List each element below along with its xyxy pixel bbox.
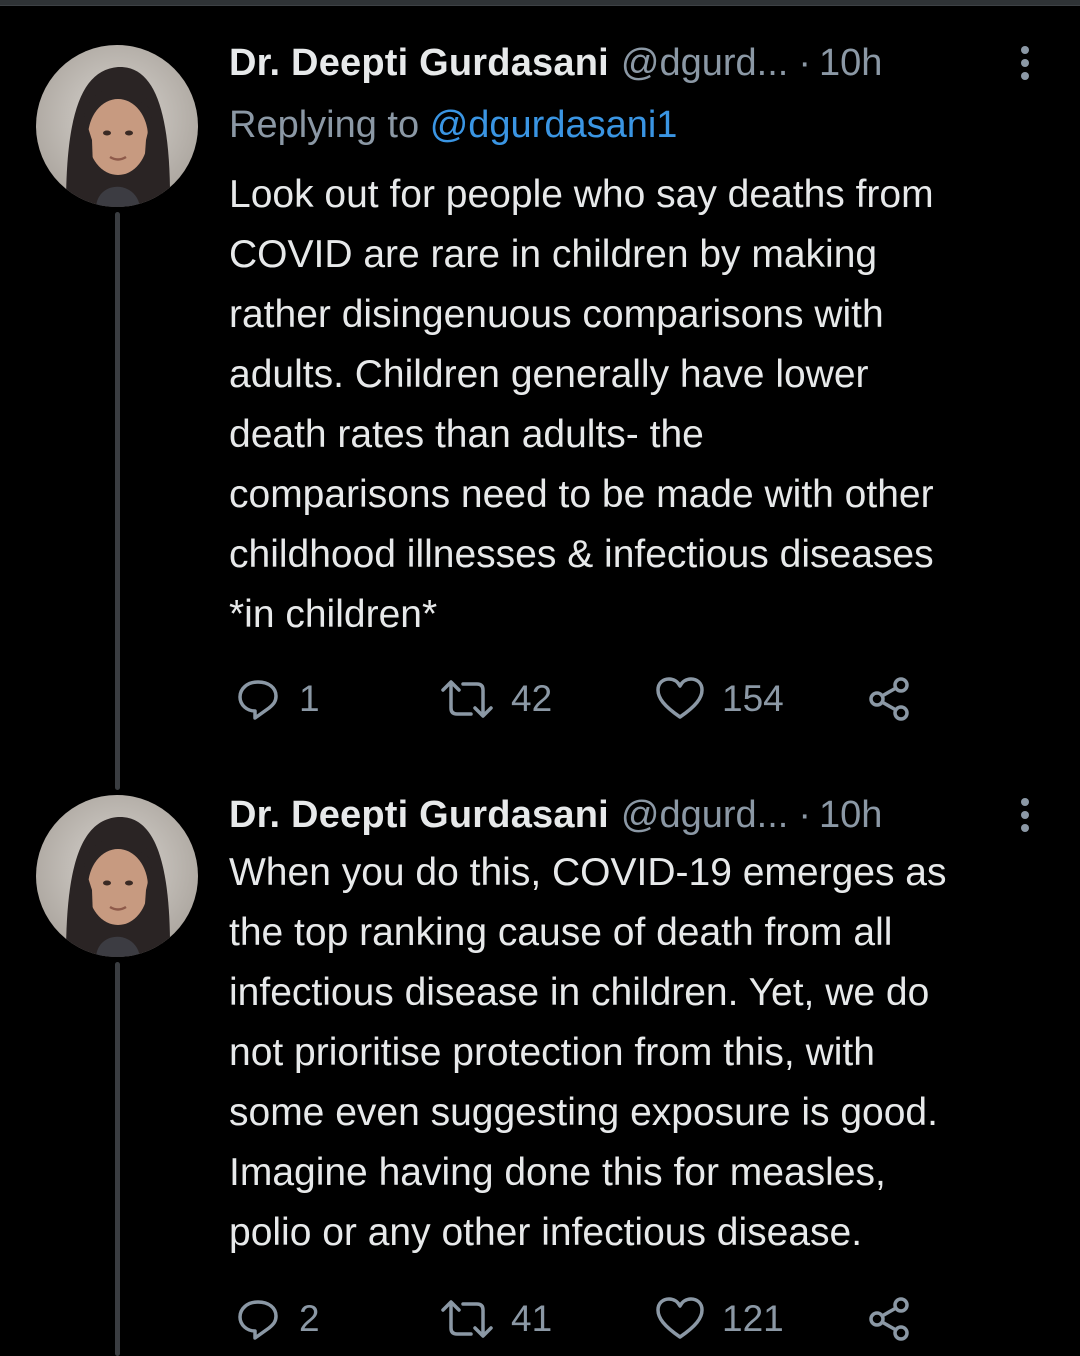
tweet-text-line: *in children* bbox=[229, 593, 438, 636]
tweet-text-line: polio or any other infectious disease. bbox=[229, 1211, 863, 1254]
share-icon bbox=[869, 1297, 909, 1341]
retweet-count: 41 bbox=[511, 1298, 553, 1339]
tweet-text-line: the top ranking cause of death from all bbox=[229, 911, 893, 954]
reply-button[interactable]: 2 bbox=[233, 1289, 320, 1349]
timestamp[interactable]: 10h bbox=[819, 42, 882, 85]
tweet-actions: 1 42 154 bbox=[229, 669, 929, 729]
tweet-text-line: Imagine having done this for measles, bbox=[229, 1151, 886, 1194]
display-name[interactable]: Dr. Deepti Gurdasani bbox=[229, 42, 609, 85]
reply-handle-link[interactable]: @dgurdasani1 bbox=[430, 104, 678, 146]
retweet-button[interactable]: 41 bbox=[439, 1289, 552, 1349]
user-handle[interactable]: @dgurd... bbox=[621, 42, 788, 85]
tweet-text-line: Look out for people who say deaths from bbox=[229, 173, 934, 216]
tweet-header: Dr. Deepti Gurdasani @dgurd... · 10h bbox=[229, 790, 1040, 840]
share-icon bbox=[869, 677, 909, 721]
reply-prefix: Replying to bbox=[229, 104, 420, 146]
tweet-text-line: rather disingenuous comparisons with bbox=[229, 293, 884, 336]
tweet-actions: 2 41 121 bbox=[229, 1289, 929, 1349]
tweet-text: Look out for people who say deaths from … bbox=[229, 165, 1059, 645]
reply-icon bbox=[238, 680, 278, 720]
display-name[interactable]: Dr. Deepti Gurdasani bbox=[229, 794, 609, 837]
more-options-icon[interactable] bbox=[1010, 38, 1040, 88]
tweet-text-line: childhood illnesses & infectious disease… bbox=[229, 533, 934, 576]
tweet-text-line: adults. Children generally have lower bbox=[229, 353, 869, 396]
avatar-photo-icon bbox=[36, 795, 198, 957]
reply-count: 2 bbox=[299, 1298, 320, 1339]
reply-icon bbox=[238, 1300, 278, 1340]
retweet-count: 42 bbox=[511, 678, 553, 719]
timestamp[interactable]: 10h bbox=[819, 794, 882, 837]
like-button[interactable]: 154 bbox=[654, 669, 784, 729]
separator-dot: · bbox=[798, 793, 811, 836]
heart-icon bbox=[656, 1297, 704, 1339]
separator-dot: · bbox=[798, 41, 811, 84]
like-count: 121 bbox=[722, 1298, 784, 1339]
tweet-text-line: COVID are rare in children by making bbox=[229, 233, 878, 276]
tweet-text-line: infectious disease in children. Yet, we … bbox=[229, 971, 930, 1014]
heart-icon bbox=[656, 677, 704, 719]
tweet-text-line: not prioritise protection from this, wit… bbox=[229, 1031, 875, 1074]
retweet-icon bbox=[441, 680, 493, 718]
retweet-icon bbox=[441, 1300, 493, 1338]
retweet-button[interactable]: 42 bbox=[439, 669, 552, 729]
like-count: 154 bbox=[722, 678, 784, 719]
tweet[interactable]: Dr. Deepti Gurdasani @dgurd... · 10h Rep… bbox=[0, 0, 1080, 790]
like-button[interactable]: 121 bbox=[654, 1289, 784, 1349]
tweet-header: Dr. Deepti Gurdasani @dgurd... · 10h bbox=[229, 38, 1040, 88]
avatar[interactable] bbox=[36, 45, 198, 207]
more-options-icon[interactable] bbox=[1010, 790, 1040, 840]
share-button[interactable] bbox=[865, 1289, 915, 1349]
reply-count: 1 bbox=[299, 678, 320, 719]
tweet-text-line: When you do this, COVID-19 emerges as bbox=[229, 851, 947, 894]
tweet[interactable]: Dr. Deepti Gurdasani @dgurd... · 10h Whe… bbox=[0, 790, 1080, 1356]
share-button[interactable] bbox=[865, 669, 915, 729]
user-handle[interactable]: @dgurd... bbox=[621, 794, 788, 837]
tweet-text-line: death rates than adults- the bbox=[229, 413, 704, 456]
tweet-text-line: some even suggesting exposure is good. bbox=[229, 1091, 938, 1134]
replying-to: Replying to @dgurdasani1 bbox=[229, 100, 677, 150]
tweet-text: When you do this, COVID-19 emerges as th… bbox=[229, 843, 1059, 1263]
avatar-photo-icon bbox=[36, 45, 198, 207]
thread-connector-line bbox=[115, 962, 120, 1356]
reply-button[interactable]: 1 bbox=[233, 669, 320, 729]
avatar[interactable] bbox=[36, 795, 198, 957]
tweet-text-line: comparisons need to be made with other bbox=[229, 473, 934, 516]
thread-connector-line bbox=[115, 212, 120, 790]
